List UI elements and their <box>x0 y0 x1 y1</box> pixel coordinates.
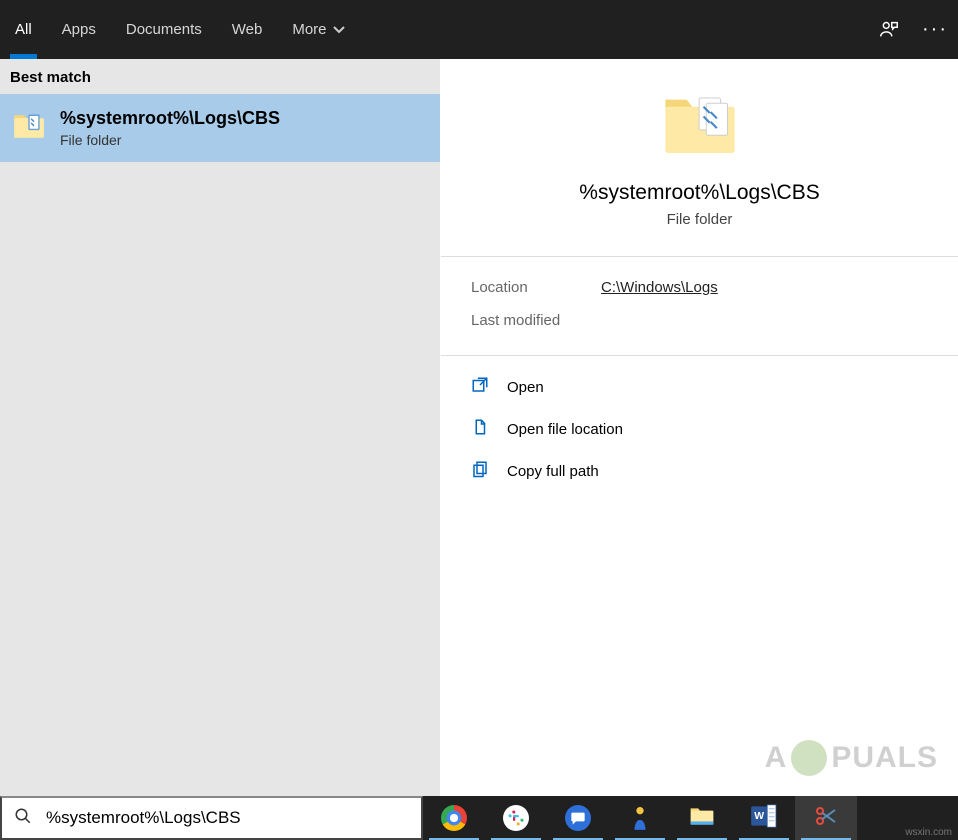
search-icon <box>14 807 32 830</box>
open-icon <box>471 376 489 398</box>
best-match-heading: Best match <box>0 59 440 94</box>
action-open-file-location[interactable]: Open file location <box>471 408 928 450</box>
preview-panel: %systemroot%\Logs\CBS File folder Locati… <box>440 59 958 796</box>
chrome-icon <box>441 805 467 831</box>
taskbar-app-chat[interactable] <box>547 796 609 840</box>
scissors-icon <box>814 804 838 833</box>
tab-web[interactable]: Web <box>217 0 278 59</box>
preview-subtitle: File folder <box>667 211 733 228</box>
word-icon: W <box>751 804 777 833</box>
chevron-down-icon <box>333 21 345 38</box>
person-icon <box>627 805 653 831</box>
corner-label: wsxin.com <box>905 827 952 838</box>
taskbar-app-snip[interactable] <box>795 796 857 840</box>
svg-text:W: W <box>754 811 764 822</box>
search-filter-tabs: All Apps Documents Web More ··· <box>0 0 958 59</box>
location-label: Location <box>471 279 601 296</box>
file-location-icon <box>471 418 489 440</box>
action-open[interactable]: Open <box>471 366 928 408</box>
tab-apps[interactable]: Apps <box>47 0 111 59</box>
slack-icon <box>503 805 529 831</box>
watermark: A PUALS <box>765 740 938 776</box>
tab-documents[interactable]: Documents <box>111 0 217 59</box>
last-modified-label: Last modified <box>471 312 601 329</box>
best-match-result[interactable]: %systemroot%\Logs\CBS File folder <box>0 94 440 162</box>
chat-icon <box>565 805 591 831</box>
taskbar-app-file-explorer[interactable] <box>671 796 733 840</box>
actions-block: Open Open file location Copy full path <box>441 356 958 502</box>
feedback-icon[interactable] <box>866 7 912 53</box>
taskbar-app-word[interactable]: W <box>733 796 795 840</box>
watermark-icon <box>791 740 827 776</box>
more-options-icon[interactable]: ··· <box>912 7 958 53</box>
metadata-block: Location C:\Windows\Logs Last modified <box>441 257 958 355</box>
tab-all[interactable]: All <box>0 0 47 59</box>
taskbar-app-slack[interactable] <box>485 796 547 840</box>
preview-title: %systemroot%\Logs\CBS <box>579 181 819 205</box>
folder-icon <box>12 111 46 145</box>
taskbar-app-chrome[interactable] <box>423 796 485 840</box>
folder-icon <box>660 89 740 161</box>
action-copy-full-path[interactable]: Copy full path <box>471 450 928 492</box>
file-explorer-icon <box>689 805 715 832</box>
tab-more[interactable]: More <box>277 0 359 59</box>
search-query-text: %systemroot%\Logs\CBS <box>46 808 409 828</box>
results-panel: Best match %systemroot%\Logs\CBS File fo… <box>0 59 440 796</box>
result-subtitle: File folder <box>60 132 280 148</box>
search-box[interactable]: %systemroot%\Logs\CBS <box>0 796 423 840</box>
copy-icon <box>471 460 489 482</box>
result-title: %systemroot%\Logs\CBS <box>60 108 280 129</box>
location-link[interactable]: C:\Windows\Logs <box>601 279 718 296</box>
taskbar: %systemroot%\Logs\CBS W <box>0 796 958 840</box>
taskbar-app-generic[interactable] <box>609 796 671 840</box>
